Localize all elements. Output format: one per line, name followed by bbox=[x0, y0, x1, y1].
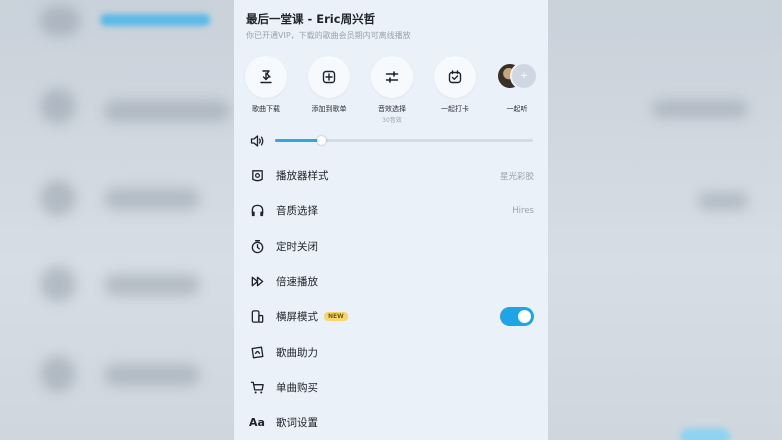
volume-icon[interactable] bbox=[250, 134, 265, 148]
landscape-icon bbox=[249, 309, 265, 325]
bg-blur bbox=[100, 14, 210, 26]
bg-blur bbox=[104, 364, 200, 386]
toggle-knob bbox=[518, 310, 531, 324]
bg-blur bbox=[104, 274, 200, 296]
menu-item-label: 倍速播放 bbox=[276, 276, 318, 289]
add-to-playlist-icon bbox=[322, 70, 336, 84]
action-listen-together[interactable]: + 一起听 bbox=[486, 56, 548, 114]
volume-slider-fill bbox=[275, 139, 322, 142]
menu-item-label: 定时关闭 bbox=[276, 240, 318, 253]
download-button[interactable] bbox=[245, 56, 287, 98]
sound-effects-button[interactable] bbox=[371, 56, 413, 98]
menu-item-label: 音质选择 bbox=[276, 205, 318, 218]
action-label: 添加到歌单 bbox=[311, 105, 347, 113]
bg-blur bbox=[680, 428, 730, 440]
bg-blur bbox=[40, 266, 76, 302]
more-options-sheet: 最后一堂课 - Eric周兴哲 你已开通VIP，下载的歌曲会员期内可离线播放 歌… bbox=[234, 0, 548, 440]
add-to-playlist-button[interactable] bbox=[308, 56, 350, 98]
listen-together-icon: + bbox=[510, 62, 538, 90]
volume-control bbox=[248, 132, 538, 150]
menu-item-label: 横屏模式 bbox=[276, 311, 318, 324]
menu-item-buy-single[interactable]: 单曲购买 bbox=[234, 370, 548, 405]
action-label: 一起打卡 bbox=[441, 105, 469, 113]
bg-blur bbox=[104, 100, 230, 122]
cart-icon bbox=[249, 379, 265, 395]
bg-blur bbox=[698, 192, 748, 210]
menu-item-value: Hires bbox=[512, 205, 534, 216]
speed-icon bbox=[249, 274, 265, 290]
menu-item-playback-speed[interactable]: 倍速播放 bbox=[234, 264, 548, 299]
bg-blur bbox=[40, 356, 76, 392]
volume-slider[interactable] bbox=[275, 136, 533, 145]
action-download[interactable]: 歌曲下载 bbox=[235, 56, 297, 114]
action-label: 音效选择 bbox=[378, 105, 406, 113]
headphones-icon bbox=[249, 203, 265, 219]
menu-item-landscape-mode: 横屏模式 NEW bbox=[234, 299, 548, 334]
download-icon bbox=[260, 70, 272, 84]
action-label: 一起听 bbox=[506, 105, 528, 113]
lyrics-icon: Aa bbox=[249, 416, 265, 430]
bg-blur bbox=[40, 180, 76, 216]
menu-item-value: 星光彩胶 bbox=[499, 171, 534, 182]
player-style-icon bbox=[249, 168, 265, 184]
song-title: 最后一堂课 - Eric周兴哲 bbox=[246, 12, 376, 26]
action-add-to-playlist[interactable]: 添加到歌单 bbox=[298, 56, 360, 114]
listen-together-button[interactable]: + bbox=[496, 56, 538, 98]
check-in-icon bbox=[448, 70, 462, 84]
action-label: 歌曲下载 bbox=[252, 105, 280, 113]
equalizer-icon bbox=[385, 71, 399, 83]
menu-item-lyrics-settings[interactable]: Aa 歌词设置 bbox=[234, 405, 548, 440]
new-badge: NEW bbox=[324, 312, 348, 322]
quick-actions: 歌曲下载 添加到歌单 音效选择 30音效 一起打卡 + 一起听 bbox=[234, 56, 548, 126]
bg-blur bbox=[104, 188, 200, 210]
options-menu: 播放器样式 星光彩胶 音质选择 Hires 定时关闭 倍速播放 横屏模式 NEW… bbox=[234, 158, 548, 440]
timer-icon bbox=[249, 238, 265, 254]
menu-item-sound-quality[interactable]: 音质选择 Hires bbox=[234, 193, 548, 228]
menu-item-sleep-timer[interactable]: 定时关闭 bbox=[234, 229, 548, 264]
action-sound-effects[interactable]: 音效选择 30音效 bbox=[361, 56, 423, 124]
bg-blur bbox=[652, 100, 748, 118]
menu-item-song-boost[interactable]: 歌曲助力 bbox=[234, 334, 548, 369]
action-sublabel: 30音效 bbox=[382, 117, 402, 124]
menu-item-label: 单曲购买 bbox=[276, 381, 318, 394]
menu-item-label: 歌曲助力 bbox=[276, 346, 318, 359]
action-check-in[interactable]: 一起打卡 bbox=[424, 56, 486, 114]
menu-item-player-style[interactable]: 播放器样式 星光彩胶 bbox=[234, 158, 548, 193]
menu-item-label: 歌词设置 bbox=[276, 417, 318, 430]
bg-blur bbox=[40, 88, 76, 124]
vip-notice: 你已开通VIP，下载的歌曲会员期内可离线播放 bbox=[246, 31, 411, 40]
check-in-button[interactable] bbox=[434, 56, 476, 98]
boost-icon bbox=[249, 344, 265, 360]
landscape-mode-toggle[interactable] bbox=[500, 307, 534, 327]
menu-item-label: 播放器样式 bbox=[276, 170, 329, 183]
volume-slider-handle[interactable] bbox=[316, 136, 326, 145]
bg-blur bbox=[40, 6, 80, 36]
